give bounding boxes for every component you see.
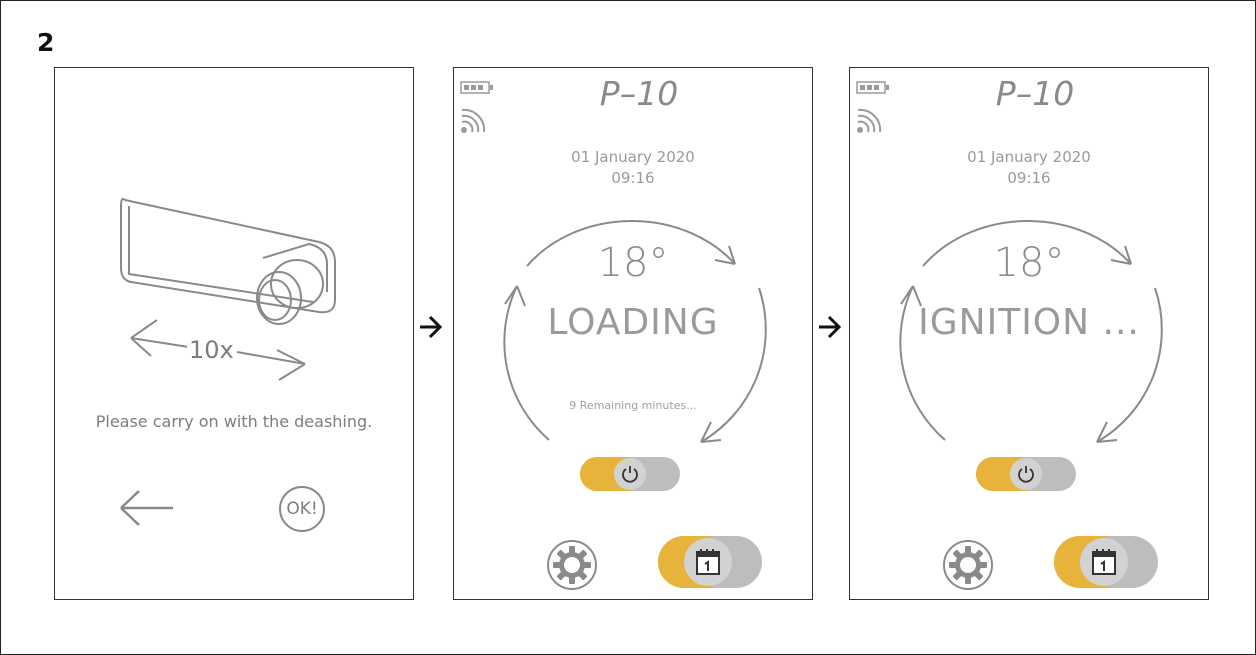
time-display: 09:16	[1007, 169, 1051, 187]
battery-icon	[460, 81, 493, 94]
wifi-icon	[461, 108, 486, 133]
back-arrow-icon[interactable]	[119, 488, 175, 528]
calendar-icon	[696, 549, 720, 575]
gear-icon[interactable]	[546, 539, 598, 591]
screen-loading: P–10 01 January 2020 09:16 18° LOADING 9…	[453, 67, 813, 600]
date-display: 01 January 2020	[967, 148, 1091, 166]
power-icon	[622, 466, 638, 483]
calendar-icon	[1092, 549, 1116, 575]
ok-button[interactable]: OK!	[279, 486, 325, 532]
date-display: 01 January 2020	[571, 148, 695, 166]
remaining-minutes: 9 Remaining minutes...	[569, 399, 697, 412]
power-icon	[1018, 466, 1034, 483]
temperature-display: 18°	[597, 240, 669, 286]
step-number: 2	[37, 28, 55, 57]
status-text: LOADING	[547, 302, 719, 343]
right-arrow-icon	[420, 315, 443, 339]
temperature-display: 18°	[993, 240, 1065, 286]
schedule-toggle-knob	[1080, 538, 1128, 586]
gear-icon[interactable]	[942, 539, 994, 591]
instruction-text: Please carry on with the deashing.	[95, 412, 373, 431]
battery-icon	[856, 81, 889, 94]
schedule-toggle[interactable]	[658, 536, 762, 588]
power-toggle-knob	[614, 458, 646, 490]
power-toggle[interactable]	[580, 457, 680, 491]
model-name: P–10	[599, 74, 679, 113]
wifi-icon	[857, 108, 882, 133]
model-name: P–10	[995, 74, 1075, 113]
power-toggle-knob	[1010, 458, 1042, 490]
schedule-toggle[interactable]	[1054, 536, 1158, 588]
right-arrow-icon	[819, 315, 842, 339]
screen-deashing: 10x Please carry on with the deashing. O…	[54, 67, 414, 600]
schedule-toggle-knob	[684, 538, 732, 586]
screen-ignition: P–10 01 January 2020 09:16 18° IGNITION …	[849, 67, 1209, 600]
repeat-count-label: 10x	[187, 336, 236, 364]
time-display: 09:16	[611, 169, 655, 187]
power-toggle[interactable]	[976, 457, 1076, 491]
status-text: IGNITION ...	[918, 302, 1140, 343]
